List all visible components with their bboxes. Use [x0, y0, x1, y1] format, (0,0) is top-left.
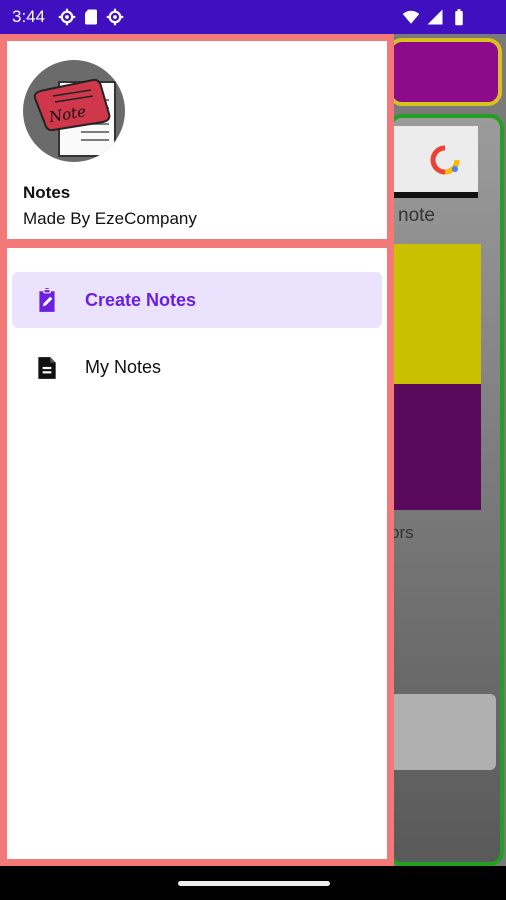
battery-icon: [455, 9, 463, 26]
document-icon: [38, 357, 56, 379]
drawer-header: Note Notes Made By EzeCompany: [0, 34, 394, 246]
settings-icon: [106, 8, 124, 26]
menu-item-create-notes[interactable]: Create Notes: [12, 272, 382, 328]
background-color-swatch-purple: [388, 384, 481, 510]
sd-card-icon: [85, 9, 97, 25]
edit-note-icon: [39, 288, 55, 312]
app-logo: Note: [23, 60, 125, 162]
background-card: [390, 694, 496, 770]
google-icon: [430, 145, 460, 175]
menu-item-label: Create Notes: [85, 290, 197, 310]
signal-icon: [427, 9, 443, 25]
navigation-bar: [0, 866, 506, 900]
status-time: 3:44: [12, 7, 46, 26]
home-gesture-pill[interactable]: [178, 881, 330, 886]
background-color-swatch-yellow: [388, 244, 481, 384]
app-subtitle: Made By EzeCompany: [23, 209, 197, 228]
background-label: note: [398, 205, 435, 226]
navigation-drawer: Note Notes Made By EzeCompany Create Not…: [0, 34, 394, 866]
background-title-bar: [388, 38, 502, 106]
settings-icon: [58, 8, 76, 26]
drawer-menu: Create Notes My Notes: [0, 241, 394, 866]
wifi-icon: [402, 10, 420, 24]
menu-item-label: My Notes: [85, 357, 162, 377]
app-title: Notes: [23, 183, 71, 202]
status-bar: 3:44: [0, 0, 506, 34]
menu-item-my-notes[interactable]: My Notes: [12, 339, 382, 395]
note-logo-icon: Note: [33, 78, 116, 157]
